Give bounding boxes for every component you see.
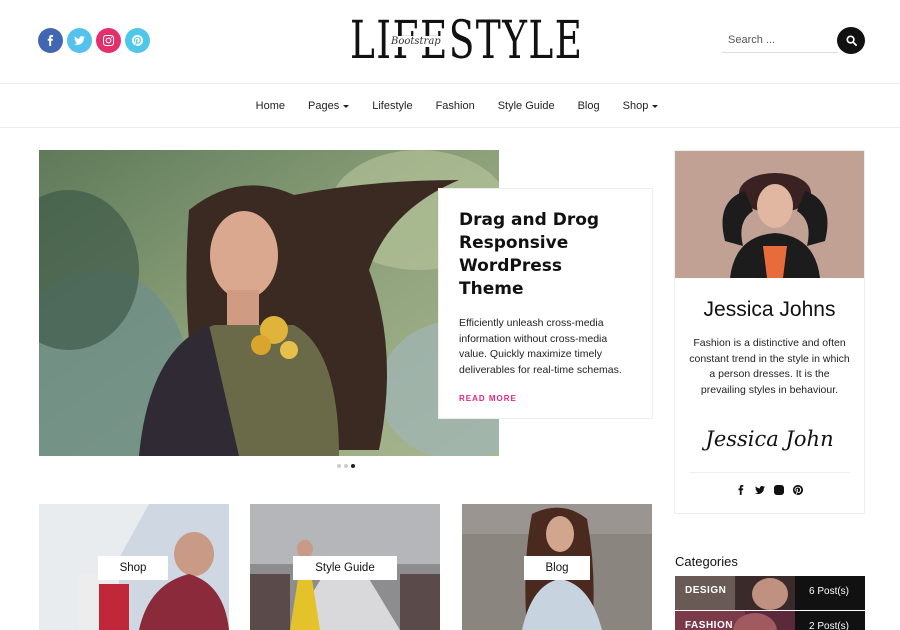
nav-item-label: Home xyxy=(255,100,286,112)
main-navigation: Home Pages Lifestyle Fashion Style Guide… xyxy=(0,85,900,128)
site-header: LIFESTYLE Bootstrap xyxy=(0,0,900,84)
category-item-design[interactable]: DESIGN 6 Post(s) xyxy=(675,576,865,610)
category-item-fashion[interactable]: FASHION 2 Post(s) xyxy=(675,611,865,630)
promo-tile-shop[interactable]: Shop xyxy=(39,504,229,630)
hero-post-title[interactable]: Drag and Drog Responsive WordPress Theme xyxy=(459,209,632,301)
promo-tile-label: Style Guide xyxy=(293,556,397,580)
divider xyxy=(689,472,850,473)
category-count: 6 Post(s) xyxy=(809,586,850,597)
instagram-icon[interactable] xyxy=(774,485,784,498)
social-links xyxy=(38,28,150,53)
nav-item-label: Pages xyxy=(308,100,340,112)
profile-social-links xyxy=(675,485,864,498)
promo-tile-style-guide[interactable]: Style Guide xyxy=(250,504,440,630)
profile-signature: Jessica John xyxy=(705,427,834,451)
hero-post-card: Drag and Drog Responsive WordPress Theme… xyxy=(438,188,653,419)
category-count: 2 Post(s) xyxy=(809,621,850,630)
promo-tile-blog[interactable]: Blog xyxy=(462,504,652,630)
nav-item-label: Fashion xyxy=(435,100,475,112)
twitter-icon[interactable] xyxy=(67,28,92,53)
read-more-link[interactable]: READ MORE xyxy=(459,394,632,403)
search-button[interactable] xyxy=(837,27,865,54)
search-icon xyxy=(845,35,857,46)
nav-item-home[interactable]: Home xyxy=(244,100,296,112)
nav-item-fashion[interactable]: Fashion xyxy=(424,100,486,112)
slider-dot-active[interactable] xyxy=(351,464,355,468)
caret-down-icon xyxy=(652,104,659,108)
pinterest-icon[interactable] xyxy=(125,28,150,53)
nav-item-label: Style Guide xyxy=(497,100,555,112)
about-widget: Jessica Johns Fashion is a distinctive a… xyxy=(674,150,865,514)
logo-wordmark: LIFESTYLE xyxy=(350,11,584,71)
caret-down-icon xyxy=(343,104,350,108)
search-form xyxy=(722,27,865,54)
pinterest-icon[interactable] xyxy=(793,485,803,498)
slider-pagination xyxy=(337,464,355,468)
nav-item-style-guide[interactable]: Style Guide xyxy=(486,100,566,112)
logo-script: Bootstrap xyxy=(390,36,442,47)
facebook-icon[interactable] xyxy=(38,28,63,53)
hero-slide-image[interactable] xyxy=(39,150,499,456)
search-input[interactable] xyxy=(722,27,838,53)
category-name: FASHION xyxy=(685,620,733,630)
profile-photo xyxy=(675,151,864,278)
nav-item-pages[interactable]: Pages xyxy=(297,100,361,112)
nav-item-lifestyle[interactable]: Lifestyle xyxy=(361,100,424,112)
nav-item-shop[interactable]: Shop xyxy=(611,100,670,112)
site-logo[interactable]: LIFESTYLE Bootstrap xyxy=(350,14,582,68)
profile-name: Jessica Johns xyxy=(703,298,836,321)
category-name: DESIGN xyxy=(685,585,727,596)
nav-item-label: Shop xyxy=(622,100,649,112)
facebook-icon[interactable] xyxy=(736,485,746,498)
nav-item-label: Blog xyxy=(577,100,600,112)
promo-tile-label: Blog xyxy=(524,556,590,580)
promo-tile-label: Shop xyxy=(98,556,168,580)
categories-title: Categories xyxy=(675,554,738,569)
twitter-icon[interactable] xyxy=(755,485,765,498)
hero-post-excerpt: Efficiently unleash cross-media informat… xyxy=(459,317,622,376)
profile-bio: Fashion is a distinctive and often const… xyxy=(689,337,850,396)
nav-item-label: Lifestyle xyxy=(372,100,413,112)
instagram-icon[interactable] xyxy=(96,28,121,53)
slider-dot[interactable] xyxy=(344,464,348,468)
nav-item-blog[interactable]: Blog xyxy=(566,100,611,112)
slider-dot[interactable] xyxy=(337,464,341,468)
